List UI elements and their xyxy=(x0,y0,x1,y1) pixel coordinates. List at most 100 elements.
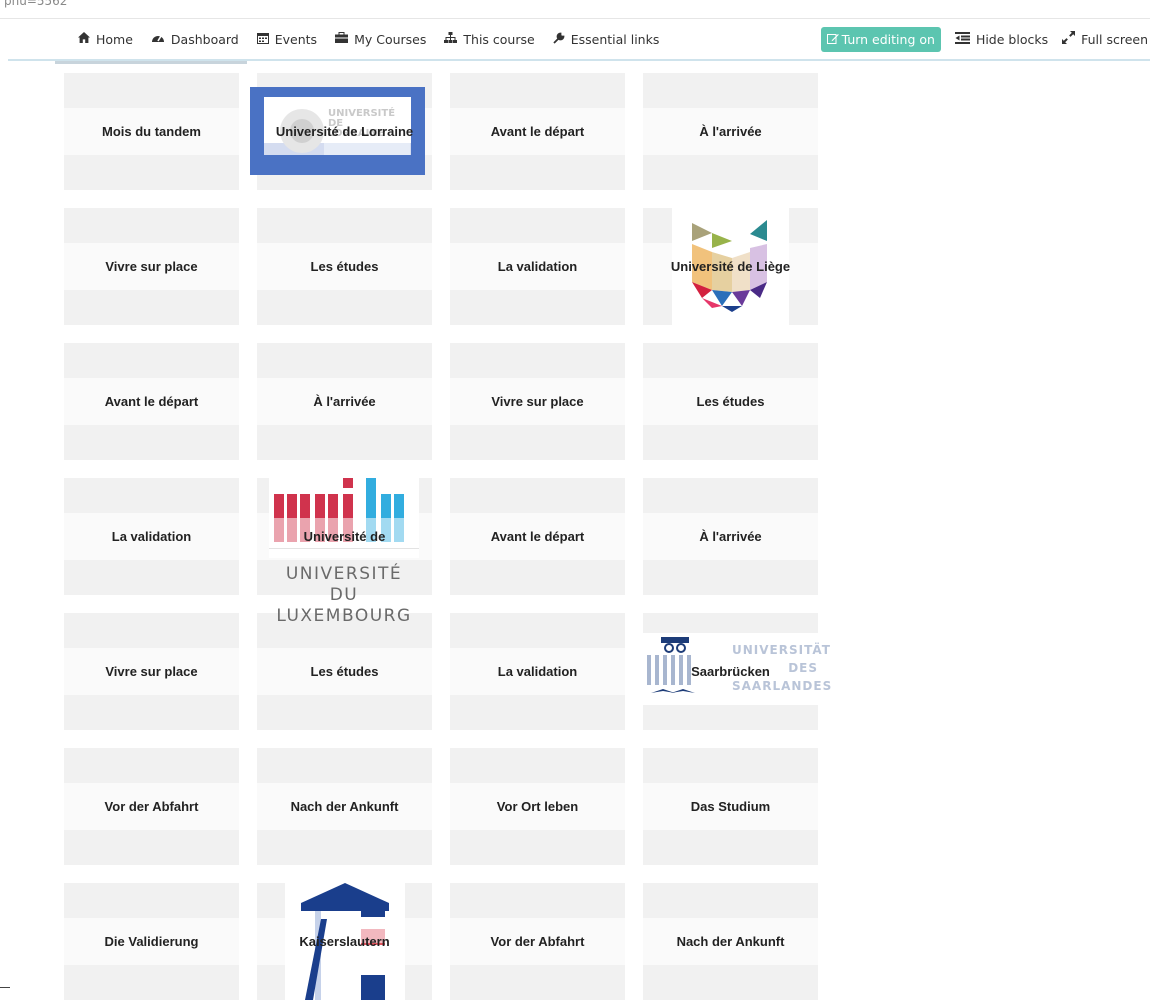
tile-title: Avant le départ xyxy=(490,123,585,139)
active-section-indicator xyxy=(55,61,247,64)
tile-bottom-band xyxy=(450,560,625,595)
tile-bottom-band xyxy=(64,965,239,1000)
tile-title: La validation xyxy=(497,258,578,274)
nav-essential-links[interactable]: Essential links xyxy=(553,31,660,47)
nav-essential-links-label: Essential links xyxy=(570,31,660,47)
tile-top-band xyxy=(643,883,818,918)
briefcase-icon xyxy=(335,32,349,46)
course-section-tile[interactable]: Avant le départ xyxy=(64,343,239,460)
nav-my-courses[interactable]: My Courses xyxy=(335,32,426,47)
nav-dashboard[interactable]: Dashboard xyxy=(151,32,239,47)
wrench-icon xyxy=(553,32,565,47)
tile-top-band xyxy=(643,343,818,378)
tile-top-band xyxy=(64,208,239,243)
nav-links: Home Dashboard Events My Courses This co… xyxy=(78,19,659,59)
course-section-tile[interactable]: À l'arrivée xyxy=(643,478,818,595)
breadcrumb: pnu=5562 xyxy=(4,0,68,8)
tile-bottom-band xyxy=(643,830,818,865)
course-section-tile[interactable]: Les études xyxy=(643,343,818,460)
calendar-icon xyxy=(256,32,269,47)
turn-editing-on-label: Turn editing on xyxy=(841,31,935,47)
course-section-tile[interactable]: Vivre sur place xyxy=(450,343,625,460)
edge-mark xyxy=(0,987,10,988)
tile-bottom-band xyxy=(64,155,239,190)
tile-bottom-band xyxy=(643,155,818,190)
tile-top-band xyxy=(257,748,432,783)
tile-bottom-band xyxy=(64,830,239,865)
course-section-tile[interactable]: UNIVERSITÄT DES SAARLANDES Saarbrücken xyxy=(643,613,831,730)
tile-top-band xyxy=(450,883,625,918)
tile-top-band xyxy=(64,613,239,648)
tile-title: Vor der Abfahrt xyxy=(104,798,199,814)
edit-icon xyxy=(826,32,839,47)
tile-top-band xyxy=(450,73,625,108)
nav-this-course[interactable]: This course xyxy=(444,31,535,47)
outdent-icon xyxy=(954,31,970,47)
tile-title: Nach der Ankunft xyxy=(676,933,785,949)
tile-title: Vivre sur place xyxy=(105,258,198,274)
tile-top-band xyxy=(257,343,432,378)
tile-bottom-band xyxy=(643,965,818,1000)
course-section-tile[interactable]: La validation xyxy=(450,208,625,325)
home-icon xyxy=(78,32,90,46)
tile-bottom-band xyxy=(450,965,625,1000)
tile-bottom-band xyxy=(450,695,625,730)
course-section-tile[interactable]: Das Studium xyxy=(643,748,818,865)
course-section-tile[interactable]: Avant le départ xyxy=(450,478,625,595)
tile-title: Vor Ort leben xyxy=(496,798,579,814)
course-section-tile[interactable]: À l'arrivée xyxy=(257,343,432,460)
course-section-tile[interactable]: Die Validierung xyxy=(64,883,239,1000)
course-section-tile[interactable]: La validation xyxy=(450,613,625,730)
hide-blocks-button[interactable]: Hide blocks xyxy=(954,31,1048,47)
tile-top-band xyxy=(64,748,239,783)
luxembourg-logo-wordmark: UNIVERSITÉ DU LUXEMBOURG xyxy=(276,564,412,626)
course-section-tile[interactable]: La validation xyxy=(64,478,239,595)
course-section-tile[interactable]: Vor der Abfahrt xyxy=(450,883,625,1000)
tile-bottom-band xyxy=(257,425,432,460)
tile-bottom-band xyxy=(450,425,625,460)
tile-title: Avant le départ xyxy=(490,528,585,544)
course-section-tile[interactable]: UNIVERSITÉ DU LUXEMBOURG Université de xyxy=(257,478,432,626)
tile-title: Les études xyxy=(696,393,765,409)
dashboard-icon xyxy=(151,32,165,46)
course-section-tile[interactable]: Vor der Abfahrt xyxy=(64,748,239,865)
course-section-tile[interactable]: Avant le départ xyxy=(450,73,625,190)
tile-title: Vivre sur place xyxy=(105,663,198,679)
tile-title: Mois du tandem xyxy=(102,123,201,139)
tile-bottom-band xyxy=(643,560,818,595)
nav-this-course-label: This course xyxy=(463,31,535,47)
course-section-tile[interactable]: UNIVERSITÉ DE LORRAINE Université de Lorr… xyxy=(250,73,432,190)
course-section-tile[interactable]: Vivre sur place xyxy=(64,613,239,730)
tile-title: Vivre sur place xyxy=(491,393,584,409)
course-section-tile[interactable]: Nach der Ankunft xyxy=(643,883,818,1000)
nav-my-courses-label: My Courses xyxy=(354,31,427,47)
course-section-tile[interactable]: Kaiserslautern xyxy=(257,883,432,1000)
tile-bottom-band xyxy=(64,560,239,595)
tile-top-band xyxy=(643,478,818,513)
course-section-tile[interactable]: Mois du tandem xyxy=(64,73,239,190)
nav-events[interactable]: Events xyxy=(256,32,317,47)
tile-top-band xyxy=(450,208,625,243)
course-section-tile[interactable]: Les études xyxy=(257,613,432,730)
course-section-tile[interactable]: Université de Liège xyxy=(643,208,818,325)
sitemap-icon xyxy=(444,32,458,46)
course-section-tile[interactable]: Vor Ort leben xyxy=(450,748,625,865)
nav-actions: Turn editing on Hide blocks Full screen xyxy=(820,19,1148,59)
tile-top-band xyxy=(643,748,818,783)
course-section-tile[interactable]: Vivre sur place xyxy=(64,208,239,325)
full-screen-label: Full screen xyxy=(1081,31,1148,47)
course-section-tile[interactable]: Nach der Ankunft xyxy=(257,748,432,865)
course-section-tile[interactable]: À l'arrivée xyxy=(643,73,818,190)
full-screen-button[interactable]: Full screen xyxy=(1062,31,1148,47)
tile-bottom-band xyxy=(64,695,239,730)
course-section-tile[interactable]: Les études xyxy=(257,208,432,325)
expand-icon xyxy=(1062,31,1076,47)
tile-title: Das Studium xyxy=(690,798,771,814)
tile-top-band xyxy=(257,208,432,243)
tile-title: Université de xyxy=(303,528,386,544)
tile-bottom-band xyxy=(257,290,432,325)
tile-title: Les études xyxy=(310,663,379,679)
turn-editing-on-button[interactable]: Turn editing on xyxy=(820,26,941,52)
nav-home[interactable]: Home xyxy=(78,32,133,47)
tile-top-band xyxy=(64,478,239,513)
